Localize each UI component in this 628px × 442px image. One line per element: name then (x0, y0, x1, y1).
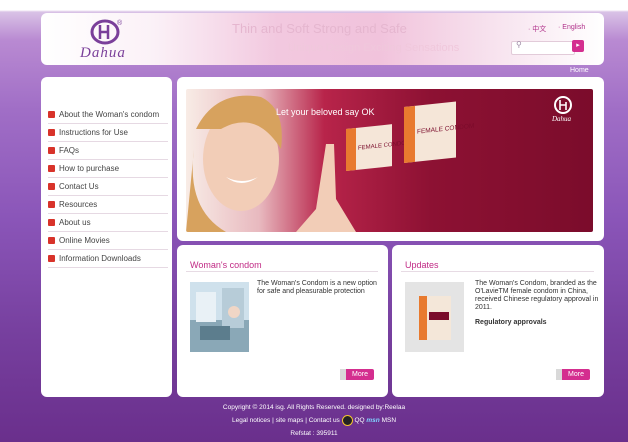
sidebar-item-label: Information Downloads (59, 254, 141, 263)
sidebar-menu: About the Woman's condom Instructions fo… (48, 106, 168, 268)
more-label: More (562, 369, 590, 380)
bullet-icon (48, 111, 55, 118)
lang-chinese-label: 中文 (532, 26, 547, 33)
updates-title[interactable]: Updates (405, 260, 439, 270)
updates-photo[interactable] (405, 282, 464, 352)
womans-condom-more-button[interactable]: More (340, 369, 374, 380)
bullet-icon (48, 237, 55, 244)
footer-copyright: Copyright © 2014 isg. All Rights Reserve… (222, 404, 406, 411)
banner-illustration: FEMALE CONDOM FEMALE CONDOM Dahua (186, 95, 572, 232)
divider (401, 271, 594, 272)
sidebar-item-label: Instructions for Use (59, 128, 128, 137)
qq-label[interactable]: QQ (354, 417, 364, 424)
bullet-icon (48, 147, 55, 154)
slogan-line-2: Unique Design Exciting Sensations (288, 42, 460, 54)
sidebar-item-label: Online Movies (59, 236, 110, 245)
banner-image[interactable]: FEMALE CONDOM FEMALE CONDOM Dahua (186, 89, 593, 232)
product-box-front: FEMALE CONDOM (346, 124, 411, 171)
lang-english-link[interactable]: · English (558, 24, 585, 31)
bullet-icon (48, 129, 55, 136)
banner-logo-text: Dahua (551, 115, 572, 123)
lang-chinese-link[interactable]: · 中文 (528, 24, 546, 34)
msn-logo-icon[interactable]: msn (366, 417, 379, 424)
sidebar-item-about-us[interactable]: About us (48, 214, 168, 232)
sidebar-item-label: Contact Us (59, 182, 99, 191)
bullet-icon (48, 201, 55, 208)
more-label: More (346, 369, 374, 380)
home-link[interactable]: Home (570, 67, 589, 74)
regulatory-approvals-link[interactable]: Regulatory approvals (475, 319, 547, 327)
sidebar-item-resources[interactable]: Resources (48, 196, 168, 214)
banner-logo-icon: Dahua (551, 96, 572, 123)
sidebar-item-contact-us[interactable]: Contact Us (48, 178, 168, 196)
sidebar-item-label: About us (59, 218, 91, 227)
sidebar-item-label: Resources (59, 200, 98, 209)
sidebar-item-about-womans-condom[interactable]: About the Woman's condom (48, 106, 168, 124)
bullet-icon (48, 183, 55, 190)
sidebar-item-label: FAQs (59, 146, 80, 155)
sidebar-item-online-movies[interactable]: Online Movies (48, 232, 168, 250)
updates-text: The Woman's Condom, branded as the O'Lav… (475, 280, 599, 311)
lang-english-label: English (562, 24, 586, 31)
sidebar-item-information-downloads[interactable]: Information Downloads (48, 250, 168, 268)
updates-more-button[interactable]: More (556, 369, 590, 380)
brand-name[interactable]: Dahua (80, 45, 126, 62)
search-button[interactable]: ▸ (572, 40, 584, 52)
site-maps-link[interactable]: site maps (276, 417, 304, 424)
bullet-icon (48, 219, 55, 226)
bullet-icon (48, 255, 55, 262)
msn-label[interactable]: MSN (382, 417, 396, 424)
contact-us-link[interactable]: Contact us (309, 417, 340, 424)
footer: Copyright © 2014 isg. All Rights Reserve… (0, 401, 628, 440)
svg-text:®: ® (117, 19, 123, 27)
sidebar-item-label: About the Woman's condom (59, 110, 160, 119)
footer-refstat: Refstat : 395911 (290, 430, 338, 437)
dahua-logo-icon[interactable]: ® (90, 17, 124, 45)
footer-links: Legal notices | site maps | Contact us Q… (0, 414, 628, 427)
womans-condom-photo[interactable] (190, 282, 249, 352)
divider (186, 271, 378, 272)
sidebar-item-label: How to purchase (59, 164, 120, 173)
womans-condom-text: The Woman's Condom is a new option for s… (257, 280, 377, 295)
product-box-back: FEMALE CONDOM (404, 101, 474, 163)
slogan-line-1: Thin and Soft Strong and Safe (232, 21, 407, 36)
search-icon: ⚲ (516, 40, 522, 49)
sidebar-item-instructions[interactable]: Instructions for Use (48, 124, 168, 142)
legal-notices-link[interactable]: Legal notices (232, 417, 270, 424)
sidebar-item-faqs[interactable]: FAQs (48, 142, 168, 160)
bullet-icon (48, 165, 55, 172)
qq-penguin-icon[interactable] (341, 414, 353, 426)
sidebar-item-how-to-purchase[interactable]: How to purchase (48, 160, 168, 178)
banner-headline: Let your beloved say OK (276, 107, 375, 117)
womans-condom-title[interactable]: Woman's condom (190, 260, 262, 270)
